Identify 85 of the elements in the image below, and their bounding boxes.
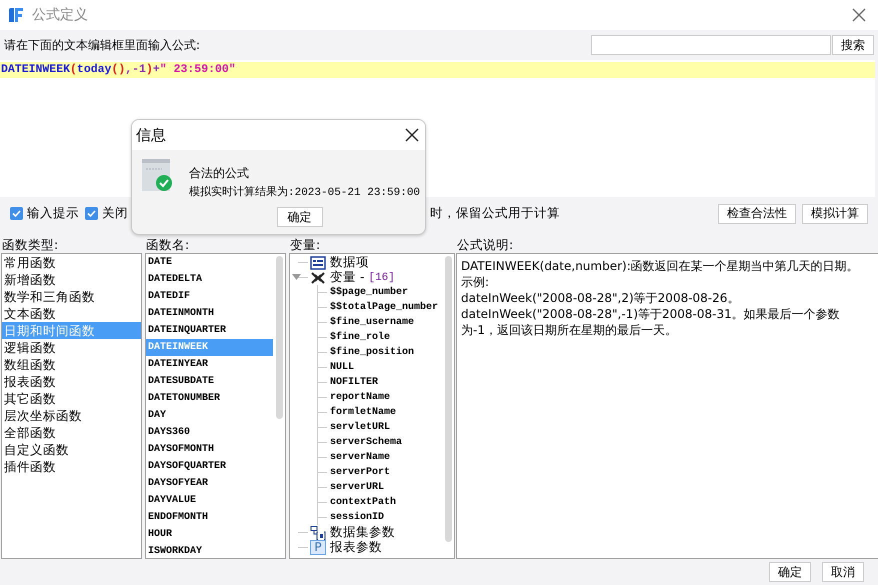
tree-item[interactable]: 变量 -	[330, 269, 364, 286]
app-logo-icon	[8, 7, 24, 23]
list-item[interactable]: 全部函数	[2, 424, 141, 441]
description-text: dateInWeek("2008-08-28",-1)等于2008-08-31。如果最后一个参数为-1，返回该日期所在星期的最后一天。	[461, 306, 841, 338]
list-item[interactable]: 其它函数	[2, 390, 141, 407]
panel-label: 函数名:	[146, 238, 190, 252]
list-item[interactable]: DATEDELTA	[146, 271, 273, 288]
collapse-arrow-icon[interactable]	[292, 274, 301, 281]
list-item[interactable]: DATEDIF	[146, 288, 273, 305]
search-button[interactable]: 搜索	[832, 35, 874, 55]
tree-item[interactable]: $$page_number	[318, 285, 454, 300]
panel-label: 公式说明:	[457, 238, 514, 252]
tree-item[interactable]: $fine_role	[318, 330, 454, 345]
parameter-icon: P	[310, 540, 326, 555]
list-item[interactable]: 新增函数	[2, 271, 141, 288]
list-item[interactable]: DAYSOFYEAR	[146, 475, 273, 492]
list-item[interactable]: DATETONUMBER	[146, 390, 273, 407]
list-item[interactable]: 层次坐标函数	[2, 407, 141, 424]
tree-item[interactable]: serverSchema	[318, 435, 454, 450]
list-item[interactable]: 文本函数	[2, 305, 141, 322]
tree-item[interactable]: $fine_position	[318, 345, 454, 360]
list-item[interactable]: DATEINMONTH	[146, 305, 273, 322]
checkbox-label[interactable]: 输入提示	[27, 205, 79, 222]
list-item[interactable]: 数组函数	[2, 356, 141, 373]
message-text: 模拟实时计算结果为:2023-05-21 23:59:00	[189, 184, 420, 199]
description-text: 示例:	[461, 274, 490, 290]
tree-item[interactable]: serverPort	[318, 465, 454, 480]
ok-button[interactable]: 确定	[769, 562, 811, 582]
tree-item[interactable]: NULL	[318, 360, 454, 375]
list-item[interactable]: HOUR	[146, 526, 273, 543]
list-item[interactable]: ENDOFMONTH	[146, 509, 273, 526]
check-validity-button[interactable]: 检查合法性	[718, 204, 796, 224]
cancel-button[interactable]: 取消	[822, 562, 864, 582]
list-item[interactable]: DAYSOFQUARTER	[146, 458, 273, 475]
list-icon	[310, 256, 326, 270]
checkbox-label[interactable]: 关闭	[102, 205, 128, 222]
tree-item[interactable]: serverURL	[318, 480, 454, 495]
variable-icon	[310, 270, 326, 284]
list-item[interactable]: DAYVALUE	[146, 492, 273, 509]
list-item[interactable]: 插件函数	[2, 458, 141, 475]
list-item[interactable]: 报表函数	[2, 373, 141, 390]
tree-item[interactable]: 报表参数	[330, 539, 382, 556]
tree-item[interactable]: NOFILTER	[318, 375, 454, 390]
dialog-title: 信息	[136, 126, 166, 144]
scrollbar[interactable]	[445, 256, 452, 542]
list-item[interactable]: DATEINQUARTER	[146, 322, 273, 339]
dataset-icon	[310, 526, 326, 540]
tree-item[interactable]: servletURL	[318, 420, 454, 435]
list-item[interactable]: DAYSOFMONTH	[146, 441, 273, 458]
list-item[interactable]: ISWORKDAY	[146, 543, 273, 558]
list-item[interactable]: 数学和三角函数	[2, 288, 141, 305]
panel-label: 函数类型:	[2, 238, 60, 252]
checkbox[interactable]	[85, 207, 98, 220]
checkbox[interactable]	[10, 207, 23, 220]
tree-item[interactable]: contextPath	[318, 495, 454, 510]
tree-item[interactable]: $fine_username	[318, 315, 454, 330]
list-item[interactable]: DATE	[146, 254, 273, 271]
list-item[interactable]: DAY	[146, 407, 273, 424]
simulate-button[interactable]: 模拟计算	[802, 204, 868, 224]
tree-item[interactable]: 数据项	[330, 254, 369, 271]
prompt-label: 请在下面的文本编辑框里面输入公式:	[4, 36, 200, 54]
tree-item[interactable]: $$totalPage_number	[318, 300, 454, 315]
scrollbar[interactable]	[276, 256, 283, 419]
list-item[interactable]: DATESUBDATE	[146, 373, 273, 390]
panel-label: 变量:	[290, 238, 322, 252]
list-item[interactable]: DAYS360	[146, 424, 273, 441]
window-title: 公式定义	[32, 6, 88, 24]
description-text: DATEINWEEK(date,number):函数返回在某一个星期当中第几天的日期。	[461, 258, 860, 274]
tree-item[interactable]: reportName	[318, 390, 454, 405]
search-field[interactable]	[591, 35, 831, 55]
list-item[interactable]: 自定义函数	[2, 441, 141, 458]
close-icon[interactable]	[405, 128, 419, 142]
document-check-icon	[142, 159, 172, 192]
item-count: [16]	[368, 272, 395, 284]
option-text: 时，保留公式用于计算	[430, 205, 560, 222]
tree-item[interactable]: serverName	[318, 450, 454, 465]
list-item[interactable]: 逻辑函数	[2, 339, 141, 356]
ok-button[interactable]: 确定	[276, 207, 322, 227]
description-text: dateInWeek("2008-08-28",2)等于2008-08-26。	[461, 290, 740, 306]
list-item[interactable]: 常用函数	[2, 254, 141, 271]
tree-item[interactable]: formletName	[318, 405, 454, 420]
list-item[interactable]: DATEINYEAR	[146, 356, 273, 373]
tree-item[interactable]: 数据集参数	[330, 524, 395, 541]
tree-item[interactable]: sessionID	[318, 510, 454, 525]
message-heading: 合法的公式	[189, 165, 250, 182]
